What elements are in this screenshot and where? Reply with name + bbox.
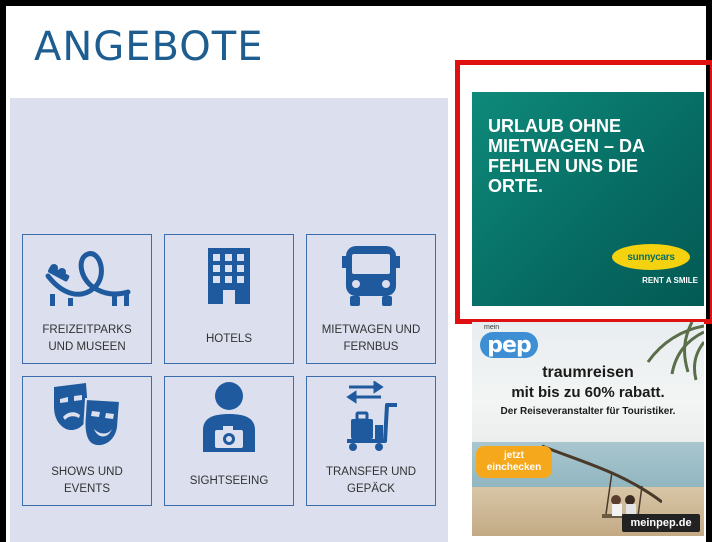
bus-icon: [342, 246, 400, 306]
tile-sightseeing[interactable]: SIGHTSEEING: [164, 376, 294, 506]
ad-url: meinpep.de: [622, 514, 700, 532]
tile-hotels[interactable]: HOTELS: [164, 234, 294, 364]
theater-masks-icon: [54, 383, 122, 448]
page-title: ANGEBOTE: [34, 24, 264, 70]
meinpep-ad[interactable]: mein pep traumreisen mit bis zu 60% raba…: [472, 322, 704, 536]
luggage-cart-icon: [346, 381, 397, 451]
ad-line-1: traumreisen: [542, 364, 634, 381]
rollercoaster-icon: [45, 251, 131, 306]
tile-label: TRANSFER UND GEPÄCK: [325, 466, 417, 495]
tile-label: SIGHTSEEING: [189, 474, 269, 487]
ad-headline: URLAUB OHNE MIETWAGEN – DA FEHLEN UNS DI…: [488, 116, 645, 196]
tile-label: MIETWAGEN UND FERNBUS: [321, 324, 421, 353]
pep-logo: pep: [480, 332, 538, 358]
tourist-camera-icon: [203, 382, 255, 452]
offers-panel: FREIZEITPARKS UND MUSEEN HOTELS MIETWAGE…: [10, 98, 448, 542]
ad-line-3: Der Reiseveranstalter für Touristiker.: [500, 406, 676, 417]
tile-transfer[interactable]: TRANSFER UND GEPÄCK: [306, 376, 436, 506]
pep-logo-prefix: mein: [484, 324, 500, 331]
hotel-icon: [208, 248, 250, 304]
ad-tagline: RENT A SMILE: [642, 276, 698, 285]
checkin-button[interactable]: jetzt einchecken: [476, 446, 552, 478]
tile-freizeitparks[interactable]: FREIZEITPARKS UND MUSEEN: [22, 234, 152, 364]
sunnycars-ad[interactable]: URLAUB OHNE MIETWAGEN – DA FEHLEN UNS DI…: [472, 92, 704, 306]
sunnycars-logo: sunnycars: [612, 244, 690, 270]
tile-label: HOTELS: [205, 332, 252, 345]
ad-line-2: mit bis zu 60% rabatt.: [511, 384, 665, 401]
tile-mietwagen[interactable]: MIETWAGEN UND FERNBUS: [306, 234, 436, 364]
tile-shows[interactable]: SHOWS UND EVENTS: [22, 376, 152, 506]
tile-label: FREIZEITPARKS UND MUSEEN: [42, 324, 132, 353]
tile-label: SHOWS UND EVENTS: [51, 466, 123, 495]
